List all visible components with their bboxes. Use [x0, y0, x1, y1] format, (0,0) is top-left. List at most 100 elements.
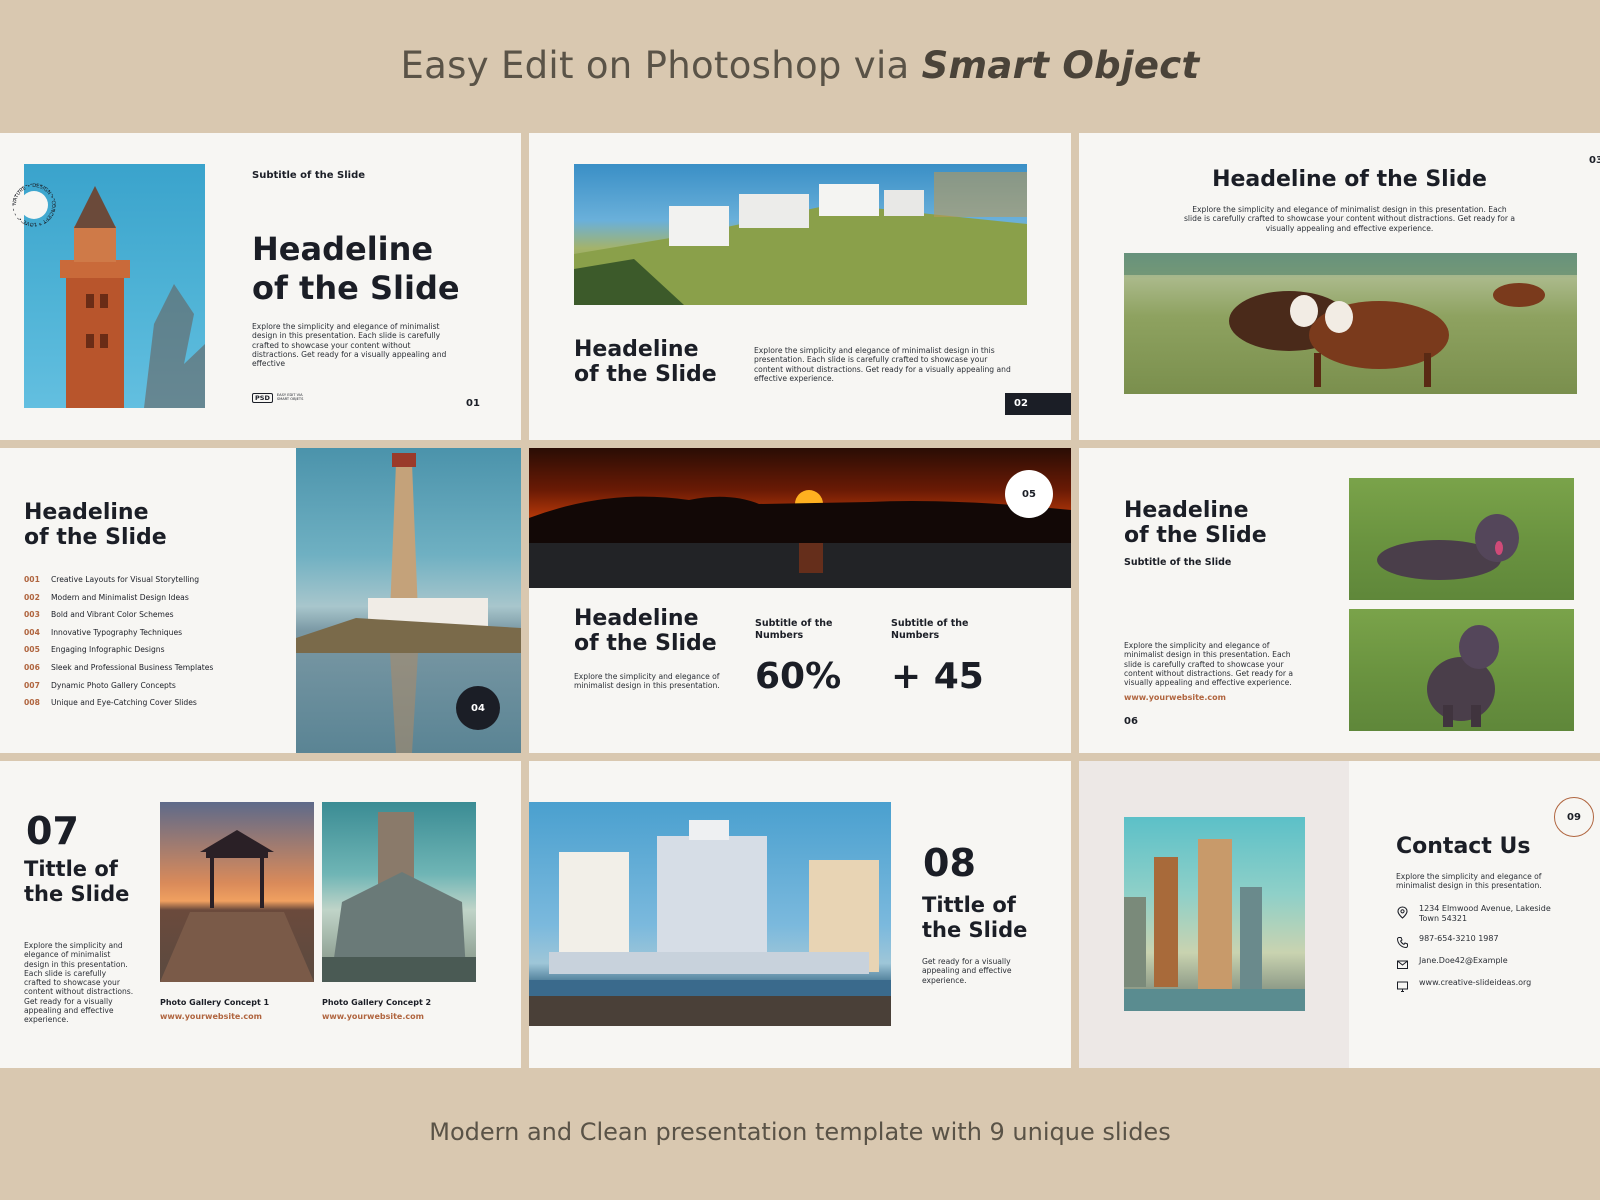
slide3-headline: Headeline of the Slide — [1212, 167, 1487, 192]
agenda-item-number: 006 — [24, 663, 40, 672]
page-footer: Modern and Clean presentation template w… — [429, 1118, 1171, 1146]
slide-04[interactable]: Headeline of the Slide 001 Creative Layou… — [0, 448, 521, 753]
contact-address-text: 1234 Elmwood Avenue, Lakeside Town 54321 — [1419, 904, 1551, 923]
stat1-label: Subtitle of the Numbers — [755, 618, 832, 642]
gallery-caption-1: Photo Gallery Concept 1 — [160, 998, 270, 1007]
contact-phone-text: 987-654-3210 1987 — [1419, 934, 1499, 943]
agenda-item-number: 001 — [24, 575, 40, 584]
slide7-title-l2: the Slide — [24, 882, 130, 906]
monitor-icon — [1396, 978, 1409, 992]
slide9-title: Contact Us — [1396, 834, 1531, 859]
slide2-headline-l1: Headeline — [574, 337, 699, 362]
church-photo — [322, 802, 476, 982]
contact-phone: 987-654-3210 1987 — [1396, 934, 1499, 949]
agenda-item: 006 Sleek and Professional Business Templ… — [24, 663, 213, 672]
cows-photo — [1124, 253, 1577, 394]
dog-photo-1 — [1349, 478, 1574, 600]
slide2-headline-l2: of the Slide — [574, 362, 717, 387]
slide7-body: Explore the simplicity and elegance of m… — [24, 941, 134, 1024]
slide4-headline-l1: Headeline — [24, 500, 149, 525]
gazebo-photo — [160, 802, 314, 982]
slide-09[interactable]: 09 Contact Us Explore the simplicity and… — [1079, 761, 1600, 1068]
slide3-body: Explore the simplicity and elegance of m… — [1183, 205, 1516, 233]
psd-note: EASY EDIT VIA SMART OBJETS — [276, 393, 304, 401]
agenda-item-number: 003 — [24, 610, 40, 620]
slide-08[interactable]: 08 Tittle of the Slide Get ready for a v… — [529, 761, 1071, 1068]
agenda-item-label: Sleek and Professional Business Template… — [51, 663, 214, 672]
stat2-label: Subtitle of the Numbers — [891, 618, 968, 642]
slide-05[interactable]: 05 Headeline of the Slide Explore the si… — [529, 448, 1071, 753]
agenda-item: 004 Innovative Typography Techniques — [24, 628, 182, 637]
slide-07[interactable]: 07 Tittle of the Slide Explore the simpl… — [0, 761, 521, 1068]
slide6-headline: Headeline of the Slide — [1124, 498, 1267, 548]
slide9-number: 09 — [1567, 811, 1581, 823]
agenda-item-label: Unique and Eye-Catching Cover Slides — [51, 698, 197, 708]
slide4-headline: Headeline of the Slide — [24, 500, 167, 550]
slide7-title: Tittle of the Slide — [24, 857, 129, 907]
location-icon — [1396, 904, 1409, 919]
slide2-number: 02 — [1014, 398, 1028, 409]
agenda-item-label: Bold and Vibrant Color Schemes — [51, 610, 174, 620]
slide6-headline-l2: of the Slide — [1124, 523, 1267, 548]
slide-01[interactable]: NATURE • DESIGN • CONCEPT • LOVE • Subti… — [0, 133, 521, 440]
stamp-badge: NATURE • DESIGN • CONCEPT • LOVE • — [10, 181, 58, 229]
slide1-subtitle: Subtitle of the Slide — [252, 170, 366, 181]
slide5-headline: Headeline of the Slide — [574, 606, 717, 656]
contact-web: www.creative-slideideas.org — [1396, 978, 1531, 992]
contact-address: 1234 Elmwood Avenue, Lakeside Town 54321 — [1396, 904, 1559, 924]
agenda-item-label: Dynamic Photo Gallery Concepts — [51, 680, 176, 690]
agenda-item: 002 Modern and Minimalist Design Ideas — [24, 593, 189, 602]
slide4-headline-l2: of the Slide — [24, 525, 167, 550]
dog-photo-2 — [1349, 609, 1574, 731]
agenda-item: 007 Dynamic Photo Gallery Concepts — [24, 681, 176, 690]
slide-03[interactable]: Headeline of the Slide Explore the simpl… — [1079, 133, 1600, 440]
slide1-headline-l2: of the Slide — [252, 269, 460, 307]
slide5-number-badge: 05 — [1005, 470, 1053, 518]
agenda-item-label: Engaging Infographic Designs — [51, 645, 165, 655]
gallery-caption-2: Photo Gallery Concept 2 — [322, 998, 432, 1007]
agenda-item-number: 005 — [24, 645, 40, 655]
slide2-number-bar: 02 — [1005, 393, 1071, 415]
agenda-item-label: Innovative Typography Techniques — [51, 627, 183, 637]
lighthouse-photo: 04 — [296, 448, 521, 753]
slide6-body: Explore the simplicity and elegance of m… — [1124, 641, 1294, 687]
slide2-body: Explore the simplicity and elegance of m… — [754, 346, 1011, 383]
slide5-headline-l2: of the Slide — [574, 631, 717, 656]
slide8-title: Tittle of the Slide — [922, 893, 1027, 943]
slide-06[interactable]: Headeline of the Slide Subtitle of the S… — [1079, 448, 1600, 753]
slide8-number: 08 — [923, 841, 976, 885]
slide5-body: Explore the simplicity and elegance of m… — [574, 672, 720, 691]
stat1-value: 60% — [755, 656, 842, 697]
heading-plain: Easy Edit on Photoshop via — [400, 44, 922, 87]
slide1-body: Explore the simplicity and elegance of m… — [252, 322, 447, 368]
agenda-item-label: Modern and Minimalist Design Ideas — [51, 592, 189, 602]
slide4-number: 04 — [471, 702, 485, 714]
slide5-headline-l1: Headeline — [574, 606, 699, 631]
slide6-number: 06 — [1124, 716, 1138, 727]
contact-email-text[interactable]: Jane.Doe42@Example — [1419, 956, 1508, 969]
agenda-item-number: 004 — [24, 627, 40, 637]
agenda-item: 008 Unique and Eye-Catching Cover Slides — [24, 698, 197, 707]
stat1-label-l2: Numbers — [755, 630, 804, 641]
contact-web-text[interactable]: www.creative-slideideas.org — [1419, 978, 1531, 991]
agenda-item: 001 Creative Layouts for Visual Storytell… — [24, 575, 199, 584]
slide-02[interactable]: Headeline of the Slide Explore the simpl… — [529, 133, 1071, 440]
agenda-item: 005 Engaging Infographic Designs — [24, 645, 165, 654]
psd-badge: PSD EASY EDIT VIA SMART OBJETS — [252, 393, 305, 403]
stat2-label-l1: Subtitle of the — [891, 618, 969, 629]
slide8-title-l1: Tittle of — [922, 893, 1016, 917]
slide5-number: 05 — [1022, 488, 1036, 500]
slide3-number: 03 — [1589, 155, 1600, 166]
slide1-headline-l1: Headeline — [252, 230, 434, 268]
village-photo — [574, 164, 1027, 305]
skyline-photo — [529, 802, 891, 1026]
gallery-link-1[interactable]: www.yourwebsite.com — [160, 1012, 262, 1021]
slide6-headline-l1: Headeline — [1124, 498, 1249, 523]
contact-email: Jane.Doe42@Example — [1396, 956, 1508, 969]
sunset-photo: 05 — [529, 448, 1071, 588]
gallery-link-2[interactable]: www.yourwebsite.com — [322, 1012, 424, 1021]
slide6-link[interactable]: www.yourwebsite.com — [1124, 693, 1226, 702]
agenda-item-number: 002 — [24, 592, 40, 602]
phone-icon — [1396, 934, 1409, 949]
slide1-headline: Headeline of the Slide — [252, 230, 460, 308]
